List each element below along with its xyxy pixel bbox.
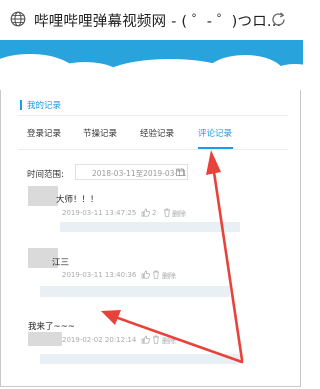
thumbs-up-icon[interactable] [141,208,150,217]
trash-icon[interactable] [163,208,171,217]
tab-integrity-records[interactable]: 节操记录 [83,127,117,139]
comment-time: 2019-03-11 13:40:36 [62,271,137,279]
date-range-label: 时间范围: [27,170,64,180]
address-bar[interactable]: 哔哩哔哩弹幕视频网 - ( ゜- ゜)つロ... [0,0,303,41]
avatar [28,186,58,206]
comment-time: 2019-03-11 13:47:25 [62,209,137,217]
tab-divider [18,149,288,150]
section-title: 我的记录 [20,99,61,111]
blurred-video-title [60,222,240,232]
avatar [28,332,62,346]
tab-comment-records[interactable]: 评论记录 [198,127,232,139]
comment-time: 2019-02-02 20:12:14 [62,336,137,344]
comment-text: 江三 [52,258,70,268]
blurred-video-title [40,286,230,297]
calendar-icon[interactable] [176,168,184,176]
section-title-text: 我的记录 [27,101,62,111]
cloud-decoration [0,54,303,72]
comment-text: 我来了~~~ [28,322,75,332]
tab-experience-records[interactable]: 经验记录 [140,127,174,139]
section-marker [20,100,22,110]
blurred-video-title [40,354,240,364]
header-banner [0,40,303,72]
comment-text: 大师！！！ [56,195,99,205]
delete-button[interactable]: 删除 [172,209,186,219]
tab-login-records[interactable]: 登录记录 [27,127,61,139]
thumbs-up-icon[interactable] [141,270,150,279]
divider [18,115,288,116]
content-top [0,72,303,90]
trash-icon[interactable] [152,335,160,344]
trash-icon[interactable] [152,270,160,279]
globe-icon [10,11,26,27]
page-url-title[interactable]: 哔哩哔哩弹幕视频网 - ( ゜- ゜)つロ... [34,10,281,31]
delete-button[interactable]: 删除 [162,336,176,346]
thumbs-up-icon[interactable] [141,335,150,344]
reload-icon[interactable] [270,11,287,28]
delete-button[interactable]: 删除 [162,271,176,281]
date-range-value: 2018-03-11至2019-03-11 [92,169,187,178]
like-count: 2 [152,209,157,217]
date-range-input[interactable]: 2018-03-11至2019-03-11 [75,164,188,180]
